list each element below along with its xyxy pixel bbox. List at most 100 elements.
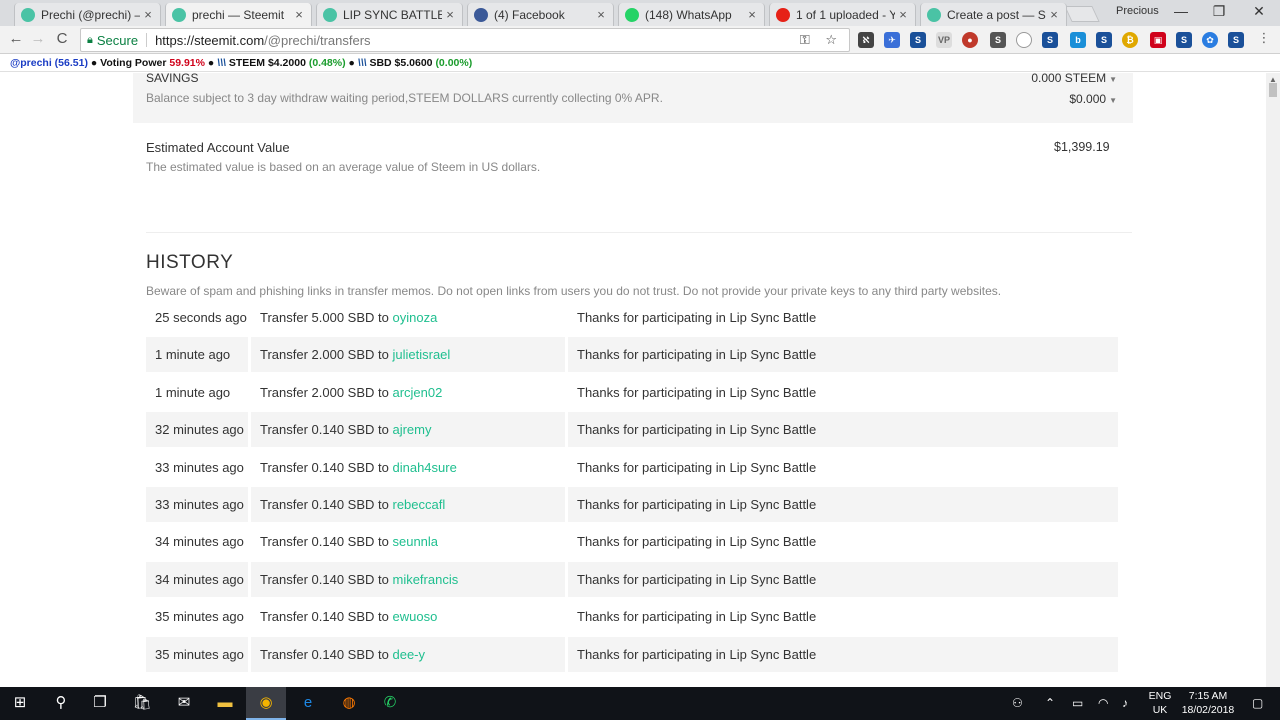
recipient-account-link[interactable]: arcjen02 bbox=[392, 385, 442, 400]
savings-title: SAVINGS bbox=[146, 73, 199, 85]
recipient-account-link[interactable]: mikefrancis bbox=[392, 572, 458, 587]
savings-sbd-dropdown[interactable]: $0.000 ▼ bbox=[1069, 92, 1117, 106]
chrome-icon[interactable]: ◉ bbox=[255, 692, 277, 714]
browser-tab[interactable]: prechi — Steemit × bbox=[165, 3, 312, 26]
browser-tab[interactable]: 1 of 1 uploaded - YouT× bbox=[769, 3, 916, 26]
steem-extension-icon[interactable]: S bbox=[910, 32, 926, 48]
browser-tab[interactable]: (148) WhatsApp × bbox=[618, 3, 765, 26]
savings-description: Balance subject to 3 day withdraw waitin… bbox=[146, 91, 663, 105]
estimated-value-title: Estimated Account Value bbox=[146, 140, 290, 155]
system-clock[interactable]: 7:15 AM 18/02/2018 bbox=[1178, 689, 1238, 717]
history-memo: Thanks for participating in Lip Sync Bat… bbox=[568, 636, 1118, 672]
tab-label: prechi — Steemit bbox=[192, 7, 285, 22]
recipient-account-link[interactable]: ewuoso bbox=[392, 609, 437, 624]
whatsapp-icon[interactable]: ✆ bbox=[379, 692, 401, 714]
history-operation-text: Transfer 2.000 SBD to bbox=[260, 347, 393, 363]
chevron-up-icon[interactable]: ⌃ bbox=[1045, 696, 1055, 710]
steem-extension-icon[interactable]: S bbox=[1096, 32, 1112, 48]
extension-icon[interactable]: ℵ bbox=[858, 32, 874, 48]
history-memo: Thanks for participating in Lip Sync Bat… bbox=[568, 337, 1118, 373]
history-operation: Transfer 0.140 SBD to dinah4sure bbox=[251, 450, 565, 485]
reload-button[interactable]: C bbox=[52, 30, 72, 47]
history-operation-text: Transfer 2.000 SBD to bbox=[260, 384, 393, 400]
back-button[interactable]: ← bbox=[6, 30, 26, 47]
bookmark-star-icon[interactable]: ⚿ ☆ bbox=[800, 32, 843, 48]
browser-tab[interactable]: Create a post — Steem× bbox=[920, 3, 1067, 26]
browser-toolbar: ← → C 🔒︎ Secure https://steemit.com/@pre… bbox=[0, 26, 1280, 54]
battery-icon[interactable]: ▭ bbox=[1072, 696, 1083, 710]
tab-close-icon[interactable]: × bbox=[895, 7, 911, 22]
tab-close-icon[interactable]: × bbox=[744, 7, 760, 22]
wifi-icon[interactable]: ◠ bbox=[1098, 696, 1108, 710]
task-view-icon[interactable]: ❐ bbox=[89, 692, 111, 714]
recipient-account-link[interactable]: dinah4sure bbox=[392, 460, 456, 475]
notifications-icon[interactable]: ▢ bbox=[1252, 696, 1263, 710]
windows-start-icon[interactable]: ⊞ bbox=[9, 692, 31, 714]
extension-icon[interactable]: ▣ bbox=[1150, 32, 1166, 48]
steem-extension-icon[interactable]: S bbox=[1176, 32, 1192, 48]
scroll-thumb[interactable] bbox=[1269, 83, 1277, 97]
recipient-account-link[interactable]: rebeccafl bbox=[392, 497, 445, 512]
close-window-button[interactable]: ✕ bbox=[1244, 3, 1274, 20]
extension-icon[interactable]: b bbox=[1070, 32, 1086, 48]
new-tab-button[interactable] bbox=[1064, 6, 1100, 22]
steem-extension-icon[interactable]: S bbox=[1042, 32, 1058, 48]
bullet: ● bbox=[90, 57, 98, 69]
tab-label: 1 of 1 uploaded - YouT bbox=[796, 7, 895, 22]
extension-icon[interactable]: ● bbox=[962, 32, 978, 48]
firefox-icon[interactable]: ◍ bbox=[338, 692, 360, 714]
maximize-button[interactable]: ❐ bbox=[1204, 3, 1234, 20]
tab-close-icon[interactable]: × bbox=[442, 7, 458, 22]
recipient-account-link[interactable]: dee-y bbox=[392, 647, 425, 662]
mail-icon[interactable]: ✉ bbox=[173, 692, 195, 714]
page-content: SAVINGS Balance subject to 3 day withdra… bbox=[0, 73, 1266, 687]
extension-icon[interactable]: S bbox=[990, 32, 1006, 48]
recipient-account-link[interactable]: julietisrael bbox=[392, 347, 450, 362]
steem-extension-icon[interactable]: S bbox=[1228, 32, 1244, 48]
bullet: ● bbox=[207, 57, 215, 69]
edge-icon[interactable]: e bbox=[297, 692, 319, 714]
profile-name[interactable]: Precious bbox=[1116, 5, 1159, 17]
recipient-account-link[interactable]: seunnla bbox=[392, 534, 438, 549]
vp-extension-icon[interactable]: VP bbox=[936, 32, 952, 48]
menu-icon[interactable]: ⋮ bbox=[1254, 30, 1274, 46]
tab-close-icon[interactable]: × bbox=[140, 7, 156, 22]
history-operation: Transfer 0.140 SBD to seunnla bbox=[251, 524, 565, 559]
language-indicator[interactable]: ENG UK bbox=[1147, 689, 1173, 717]
steem-logo-icon: \\\ bbox=[357, 57, 367, 69]
tab-strip: Precious — ❐ ✕ Prechi (@prechi) — St×pre… bbox=[0, 0, 1280, 26]
browser-tab[interactable]: Prechi (@prechi) — St× bbox=[14, 3, 161, 26]
extension-icon[interactable]: ✿ bbox=[1202, 32, 1218, 48]
history-time: 33 minutes ago bbox=[146, 486, 248, 522]
people-icon[interactable]: ⚇ bbox=[1012, 696, 1023, 710]
search-icon[interactable]: ⚲ bbox=[50, 692, 72, 714]
language-region: UK bbox=[1152, 704, 1168, 716]
forward-button[interactable]: → bbox=[28, 30, 48, 47]
recipient-account-link[interactable]: oyinoza bbox=[392, 310, 437, 325]
page-scrollbar[interactable]: ▲ bbox=[1266, 73, 1280, 687]
tab-close-icon[interactable]: × bbox=[291, 7, 307, 22]
history-memo: Thanks for participating in Lip Sync Bat… bbox=[568, 412, 1118, 448]
file-explorer-icon[interactable]: ▬ bbox=[214, 692, 236, 714]
tab-close-icon[interactable]: × bbox=[1046, 7, 1062, 22]
user-reputation[interactable]: @prechi (56.51) bbox=[10, 57, 88, 69]
history-operation-text: Transfer 0.140 SBD to bbox=[260, 496, 393, 512]
url-host: https://steemit.com bbox=[155, 32, 265, 48]
tab-close-icon[interactable]: × bbox=[593, 7, 609, 22]
extension-icon[interactable] bbox=[1016, 32, 1032, 48]
extension-icon[interactable]: ✈ bbox=[884, 32, 900, 48]
savings-steem-value: 0.000 STEEM bbox=[1031, 73, 1107, 85]
lock-icon: 🔒︎ bbox=[87, 33, 93, 46]
volume-icon[interactable]: ♪ bbox=[1122, 696, 1128, 710]
recipient-account-link[interactable]: ajremy bbox=[392, 422, 431, 437]
savings-steem-dropdown[interactable]: 0.000 STEEM ▼ bbox=[1031, 73, 1117, 85]
facebook-icon bbox=[474, 7, 488, 22]
coin-extension-icon[interactable]: ₿ bbox=[1122, 32, 1138, 48]
address-bar[interactable]: 🔒︎ Secure https://steemit.com/@prechi/tr… bbox=[80, 28, 850, 52]
browser-tab[interactable]: LIP SYNC BATTLE - EPI× bbox=[316, 3, 463, 26]
store-icon[interactable]: 🛍︎ bbox=[131, 692, 153, 714]
sbd-price: SBD $5.0600 bbox=[369, 57, 433, 69]
history-row: 1 minute ago Transfer 2.000 SBD to juliet… bbox=[146, 337, 1118, 374]
minimize-button[interactable]: — bbox=[1166, 3, 1196, 19]
browser-tab[interactable]: (4) Facebook × bbox=[467, 3, 614, 26]
